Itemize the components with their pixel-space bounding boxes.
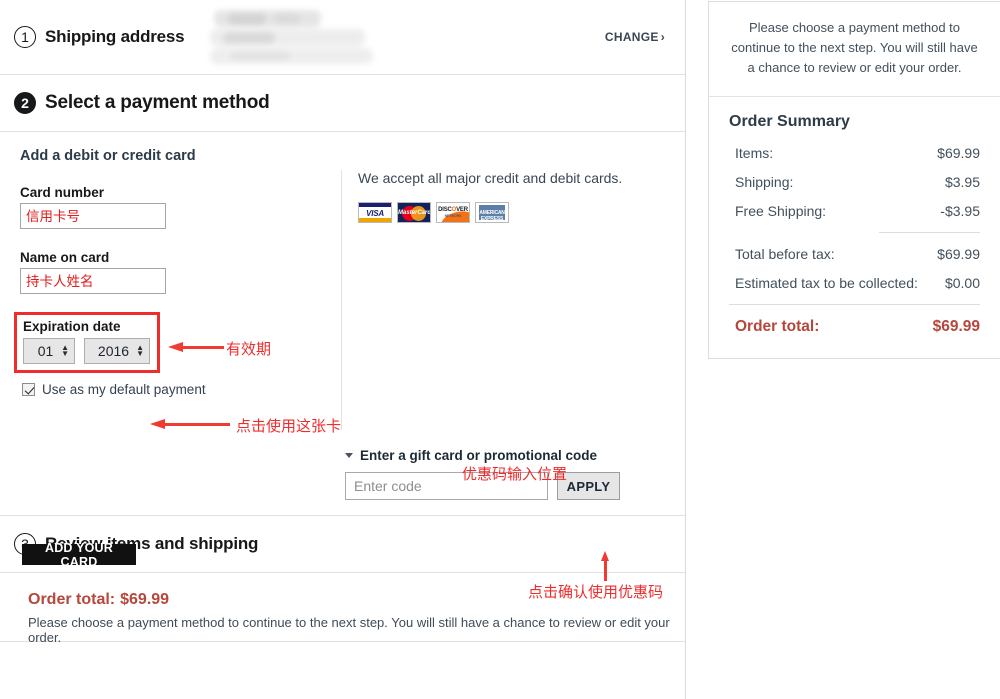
gift-card-header[interactable]: Enter a gift card or promotional code: [345, 448, 645, 463]
vertical-divider: [341, 170, 342, 430]
gift-card-title: Enter a gift card or promotional code: [360, 448, 598, 463]
expiration-year-select[interactable]: 2016 ▲ ▼: [84, 338, 150, 364]
expiration-selects: 01 ▲ ▼ 2016 ▲ ▼: [23, 338, 151, 364]
summary-label: Total before tax:: [735, 246, 835, 263]
gift-code-input[interactable]: [345, 472, 548, 500]
order-total-line: Order total: $69.99: [28, 591, 685, 609]
expiration-month-value: 01: [37, 343, 54, 359]
payment-method-section-header: 2 Select a payment method: [0, 75, 685, 132]
summary-label: Shipping:: [735, 174, 794, 191]
summary-label: Items:: [735, 145, 774, 162]
order-total-label: Order total:: [28, 591, 116, 608]
order-summary-title: Order Summary: [729, 113, 850, 131]
mastercard-logo: MasterCard: [397, 202, 431, 223]
summary-value: $0.00: [944, 275, 980, 292]
order-summary-body: Order Summary Items: $69.99 Shipping: $3…: [709, 97, 1000, 358]
summary-value: $3.95: [944, 174, 980, 191]
summary-row: Shipping: $3.95: [729, 174, 980, 190]
name-on-card-label: Name on card: [20, 250, 110, 265]
visa-logo: VISA: [358, 202, 392, 223]
card-number-input[interactable]: [20, 203, 166, 229]
step-1-number: 1: [14, 26, 36, 48]
summary-row: Total before tax: $69.99: [729, 246, 980, 262]
chevron-right-icon: ›: [660, 30, 665, 44]
order-total-amount: $69.99: [120, 591, 170, 608]
add-card-heading: Add a debit or credit card: [20, 148, 196, 164]
shipping-address-section: 1 Shipping address CHANGE ›: [0, 0, 685, 75]
summary-row: Items: $69.99: [729, 145, 980, 161]
summary-total-label: Order total:: [735, 318, 820, 336]
gift-card-section: Enter a gift card or promotional code AP…: [345, 448, 645, 500]
expiration-date-group: Expiration date 01 ▲ ▼ 2016 ▲ ▼: [14, 312, 160, 373]
shipping-address-title: Shipping address: [45, 27, 185, 46]
expiration-month-select[interactable]: 01 ▲ ▼: [23, 338, 75, 364]
default-payment-checkbox[interactable]: [22, 383, 35, 396]
card-number-label: Card number: [20, 185, 105, 200]
spinner-icon: ▲ ▼: [136, 343, 144, 358]
discover-logo: DISCOVER NETWORK: [436, 202, 470, 223]
accepted-card-logos: VISA MasterCard DISCOVER NETWORK AMERICAN…: [358, 202, 668, 223]
default-payment-row: Use as my default payment: [22, 382, 206, 397]
order-total-note: Please choose a payment method to contin…: [28, 615, 670, 645]
chevron-down-icon[interactable]: [345, 453, 353, 458]
order-summary-panel: Please choose a payment method to contin…: [708, 1, 1000, 360]
expiration-date-label: Expiration date: [23, 319, 121, 334]
payment-method-body: Add a debit or credit card Card number N…: [0, 132, 685, 569]
change-label: CHANGE: [604, 30, 659, 44]
summary-total-divider: [729, 304, 980, 306]
payment-method-notice: Please choose a payment method to contin…: [709, 2, 1000, 98]
order-total-area: Order total: $69.99 Please choose a payme…: [0, 573, 685, 645]
summary-value: $69.99: [937, 145, 980, 162]
spinner-icon: ▲ ▼: [61, 343, 69, 358]
summary-value: -$3.95: [940, 203, 980, 220]
apply-code-button[interactable]: APPLY: [557, 472, 620, 500]
change-shipping-address-link[interactable]: CHANGE ›: [605, 30, 665, 44]
summary-label: Estimated tax to be collected:: [735, 275, 918, 292]
accepted-cards-panel: We accept all major credit and debit car…: [358, 170, 668, 223]
checkout-main-column: 1 Shipping address CHANGE › 2 Select a pa…: [0, 0, 686, 699]
payment-method-title: Select a payment method: [45, 92, 270, 113]
summary-total-value: $69.99: [932, 318, 980, 336]
summary-row: Free Shipping: -$3.95: [729, 203, 980, 219]
accepted-cards-text: We accept all major credit and debit car…: [358, 170, 623, 186]
step-2-number: 2: [14, 92, 36, 114]
expiration-year-value: 2016: [97, 343, 130, 359]
blurred-shipping-address: [208, 8, 378, 66]
summary-divider: [879, 232, 980, 234]
checkout-page: 1 Shipping address CHANGE › 2 Select a pa…: [0, 0, 1000, 699]
summary-row: Estimated tax to be collected: $0.00: [729, 275, 980, 291]
payment-method-header: 2 Select a payment method: [0, 75, 685, 131]
default-payment-label: Use as my default payment: [42, 382, 206, 397]
add-your-card-button[interactable]: ADD YOUR CARD: [22, 541, 136, 569]
shipping-address-header: 1 Shipping address CHANGE ›: [0, 0, 685, 74]
name-on-card-input[interactable]: [20, 268, 166, 294]
summary-total-row: Order total: $69.99: [729, 318, 980, 336]
summary-value: $69.99: [937, 246, 980, 263]
add-card-form: Add a debit or credit card Card number N…: [20, 132, 330, 294]
gift-card-entry-row: APPLY: [345, 472, 645, 500]
summary-label: Free Shipping:: [735, 203, 827, 220]
order-total-section: Order total: $69.99 Please choose a payme…: [0, 573, 685, 645]
amex-logo: AMERICAN EXPRESS: [475, 202, 509, 223]
